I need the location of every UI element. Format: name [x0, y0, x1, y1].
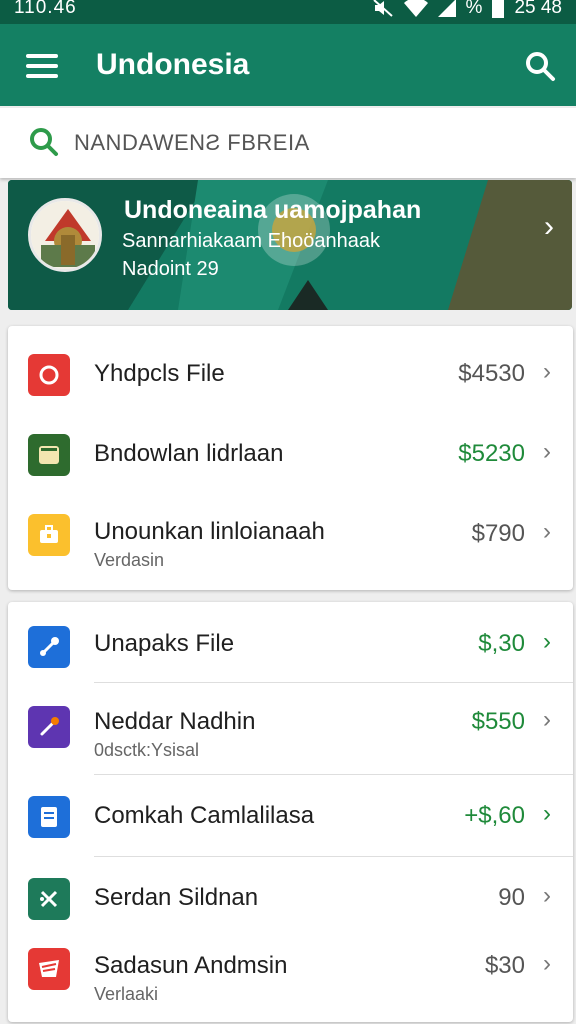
list-item[interactable]: Sadasun Andmsin Verlaaki $30 ›: [8, 942, 573, 1014]
search-input[interactable]: NANDAWENƧ FBREIA: [74, 130, 310, 156]
divider: [94, 774, 573, 775]
chevron-right-icon: ›: [543, 882, 551, 909]
pencil-icon: [28, 706, 70, 748]
chevron-right-icon: ›: [543, 628, 551, 655]
item-label: Serdan Sildnan: [94, 884, 259, 911]
search-icon: [30, 128, 58, 156]
status-clock: 25 48: [514, 0, 562, 18]
items-group-1: Yhdpcls File $4530 › Bndowlan lidrlaan $…: [8, 326, 573, 590]
briefcase-icon: [28, 514, 70, 556]
item-label: Yhdpcls File: [94, 360, 225, 387]
item-label: Unounkan linloianaah: [94, 518, 325, 545]
app-bar: Undonesia: [0, 24, 576, 106]
search-field[interactable]: NANDAWENƧ FBREIA: [0, 108, 576, 178]
item-price: $,30: [478, 630, 525, 657]
divider: [94, 856, 573, 857]
item-price: $4530: [458, 360, 525, 387]
menu-icon[interactable]: [26, 54, 58, 78]
list-item[interactable]: Neddar Nadhin 0dsctk:Ysisal $550 ›: [8, 698, 573, 770]
chevron-right-icon: ›: [543, 438, 551, 465]
item-subtitle: 0dsctk:Ysisal: [94, 740, 200, 760]
item-subtitle: Verdasin: [94, 550, 165, 570]
item-price: +$,60: [464, 802, 525, 829]
item-price: $550: [471, 708, 525, 735]
list-item[interactable]: Serdan Sildnan 90 ›: [8, 872, 573, 936]
garuda-emblem-image: [28, 198, 102, 272]
banner-title: Undoneaina uamojpahan: [124, 196, 422, 224]
item-price: $5230: [458, 440, 525, 467]
battery-icon: [492, 0, 505, 18]
item-label: Sadasun Andmsin: [94, 952, 288, 979]
banner-meta: Nadoint 29: [122, 258, 219, 280]
list-item[interactable]: Yhdpcls File $4530 ›: [8, 346, 573, 406]
mail-icon: [28, 948, 70, 990]
featured-banner[interactable]: Undoneaina uamojpahan Sannarhiakaam Ehoö…: [8, 180, 572, 310]
items-group-2: Unapaks File $,30 › Neddar Nadhin 0dsctk…: [8, 602, 573, 1022]
status-time: 110.46: [14, 0, 77, 18]
list-item[interactable]: Unapaks File $,30 ›: [8, 618, 573, 682]
item-subtitle: Verlaaki: [94, 984, 159, 1004]
mute-icon: [372, 0, 393, 17]
document-icon: [28, 796, 70, 838]
battery-percent: %: [465, 0, 483, 18]
banner-subtitle: Sannarhiakaam Ehoöanhaak: [122, 230, 380, 252]
item-label: Comkah Camlalilasa: [94, 802, 315, 829]
list-item[interactable]: Unounkan linloianaah Verdasin $790 ›: [8, 506, 573, 576]
item-price: $30: [484, 952, 525, 979]
scissors-icon: [28, 878, 70, 920]
item-label: Bndowlan lidrlaan: [94, 440, 284, 467]
divider: [94, 682, 573, 683]
item-label: Neddar Nadhin: [94, 708, 256, 735]
chevron-right-icon: ›: [543, 518, 551, 545]
record-icon: [28, 354, 70, 396]
tablet-icon: [28, 434, 70, 476]
wifi-icon: [403, 0, 428, 17]
page-title: Undonesia: [96, 48, 250, 81]
status-icons: % 25 48: [372, 0, 562, 19]
signal-icon: [437, 0, 456, 17]
item-label: Unapaks File: [94, 630, 235, 657]
item-price: 90: [498, 884, 525, 911]
wrench-icon: [28, 626, 70, 668]
list-item[interactable]: Bndowlan lidrlaan $5230 ›: [8, 426, 573, 486]
search-icon[interactable]: [524, 50, 556, 82]
chevron-right-icon: ›: [543, 950, 551, 977]
chevron-right-icon: ›: [543, 358, 551, 385]
chevron-right-icon: ›: [543, 800, 551, 827]
list-item[interactable]: Comkah Camlalilasa +$,60 ›: [8, 790, 573, 854]
item-price: $790: [471, 520, 525, 547]
chevron-right-icon: ›: [543, 706, 551, 733]
status-bar: 110.46 % 25 48: [0, 0, 576, 24]
chevron-right-icon[interactable]: ›: [544, 210, 554, 244]
